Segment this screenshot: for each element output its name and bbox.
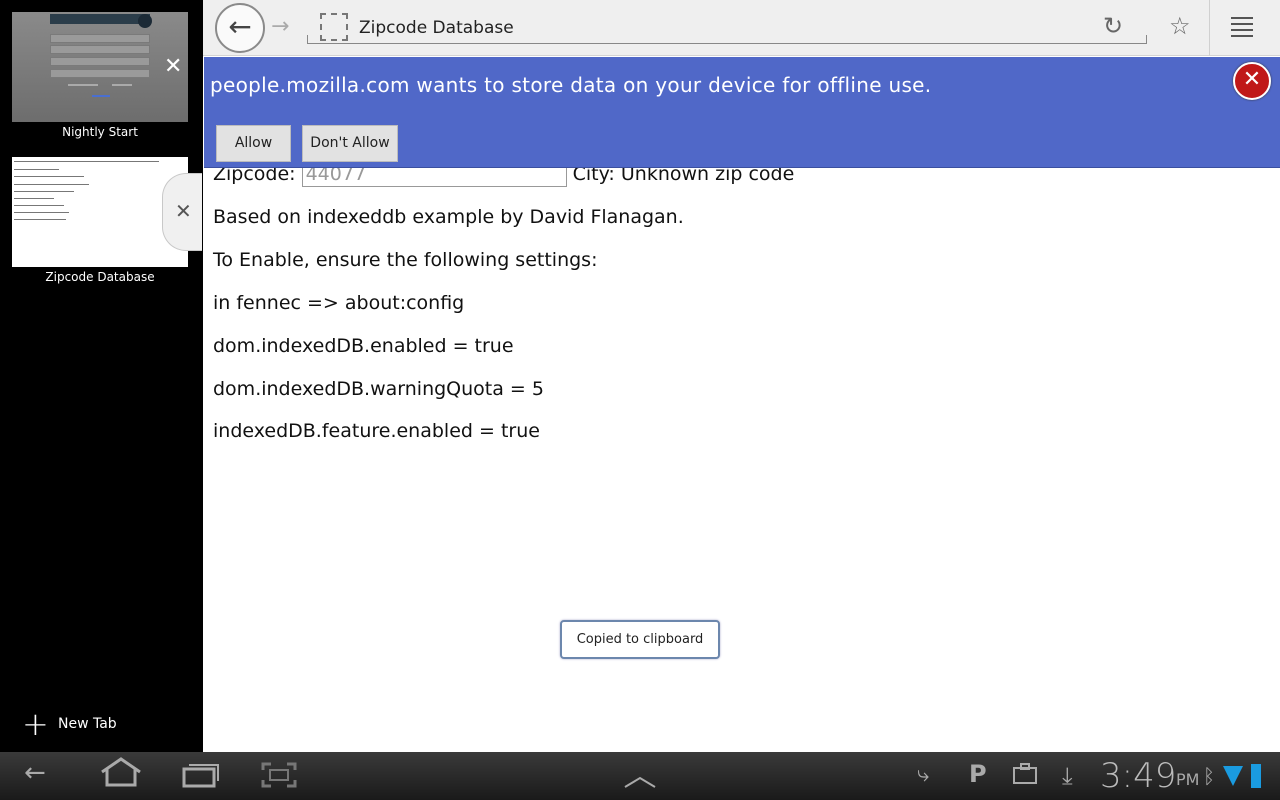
thumbnail-row (50, 45, 150, 54)
thumbnail-line (112, 84, 132, 86)
instructions-heading: To Enable, ensure the following settings… (213, 249, 598, 271)
reload-icon: ↻ (1103, 12, 1124, 40)
close-notification-icon[interactable]: ✕ (1233, 62, 1271, 100)
wifi-icon (1222, 764, 1244, 795)
allow-button[interactable]: Allow (216, 125, 291, 162)
thumbnail-line (14, 219, 66, 220)
menu-icon-line (1231, 23, 1253, 25)
tabs-tray: Nightly Start ✕ Zipcode Database ✕ + New… (0, 0, 202, 752)
chevron-up-icon[interactable] (623, 766, 657, 796)
page-title: Zipcode Database (359, 18, 514, 38)
menu-button[interactable] (1225, 8, 1259, 44)
clock-ampm: PM (1176, 770, 1200, 789)
reload-button[interactable]: ↻ (1103, 12, 1123, 40)
clock-time: 3:49 (1100, 756, 1177, 796)
instruction-line: indexedDB.feature.enabled = true (213, 420, 540, 442)
thumbnail-line (14, 176, 84, 177)
instruction-line: dom.indexedDB.enabled = true (213, 335, 514, 357)
p-notification-icon: P (969, 760, 987, 788)
back-button[interactable]: ← (215, 3, 265, 53)
thumbnail-globe-icon (138, 14, 152, 28)
thumbnail-line (14, 198, 54, 199)
thumbnail-link (92, 95, 110, 97)
dont-allow-button[interactable]: Don't Allow (302, 125, 398, 162)
back-nav-icon[interactable]: ← (24, 758, 46, 788)
star-icon: ☆ (1169, 12, 1191, 40)
screenshot-icon[interactable] (261, 762, 297, 795)
bluetooth-icon: ᛒ (1203, 764, 1215, 788)
thumbnail-line (14, 161, 159, 162)
url-bar[interactable]: Zipcode Database (307, 10, 1147, 44)
thumbnail-row (50, 57, 150, 66)
toolbar-divider (1209, 0, 1210, 56)
favicon-placeholder-icon (320, 13, 348, 41)
home-nav-icon[interactable] (98, 756, 144, 795)
notification-message: people.mozilla.com wants to store data o… (210, 73, 932, 97)
thumbnail-line (14, 205, 64, 206)
system-bar: ← ⤷ P ⤓ 3:49 PM ᛒ (0, 752, 1280, 800)
new-tab-label: New Tab (58, 716, 117, 732)
tab-thumbnail-nightly-start[interactable] (12, 12, 188, 122)
menu-icon-line (1231, 17, 1253, 19)
thumbnail-row (50, 34, 150, 43)
menu-icon-line (1231, 29, 1253, 31)
instruction-line: in fennec => about:config (213, 292, 465, 314)
thumbnail-line (14, 184, 89, 185)
forward-button[interactable]: → (271, 14, 289, 39)
tab-title: Zipcode Database (45, 270, 155, 284)
credit-text: Based on indexeddb example by David Flan… (213, 206, 684, 228)
bookmark-button[interactable]: ☆ (1169, 12, 1191, 40)
clipboard-toast: Copied to clipboard (560, 620, 720, 659)
forward-arrow-icon: → (271, 14, 290, 39)
download-icon: ⤓ (1062, 762, 1073, 790)
usb-debugging-icon: ⤷ (917, 762, 930, 787)
thumbnail-line (14, 169, 59, 170)
recent-apps-icon[interactable] (182, 762, 220, 795)
browser-main: ← → Zipcode Database ↻ ☆ Zipcode: 44077 … (203, 0, 1280, 752)
thumbnail-line (14, 191, 74, 192)
thumbnail-header (50, 14, 150, 24)
offline-storage-notification: people.mozilla.com wants to store data o… (204, 57, 1280, 168)
thumbnail-line (68, 84, 98, 86)
back-arrow-icon: ← (228, 10, 252, 43)
menu-icon-line (1231, 35, 1253, 37)
thumbnail-row (50, 69, 150, 78)
url-bar-edge (1146, 35, 1147, 43)
instruction-line: dom.indexedDB.warningQuota = 5 (213, 378, 544, 400)
browser-toolbar: ← → Zipcode Database ↻ ☆ (203, 0, 1280, 56)
battery-icon (1251, 764, 1261, 788)
url-bar-edge (307, 35, 308, 43)
close-icon: ✕ (175, 199, 192, 223)
close-tab-button[interactable]: ✕ (162, 173, 202, 251)
briefcase-icon (1012, 761, 1038, 792)
thumbnail-line (14, 212, 69, 213)
tab-title: Nightly Start (62, 125, 138, 139)
close-tab-icon[interactable]: ✕ (164, 56, 182, 78)
new-tab-button[interactable]: + New Tab (22, 705, 117, 743)
plus-icon: + (22, 705, 49, 743)
